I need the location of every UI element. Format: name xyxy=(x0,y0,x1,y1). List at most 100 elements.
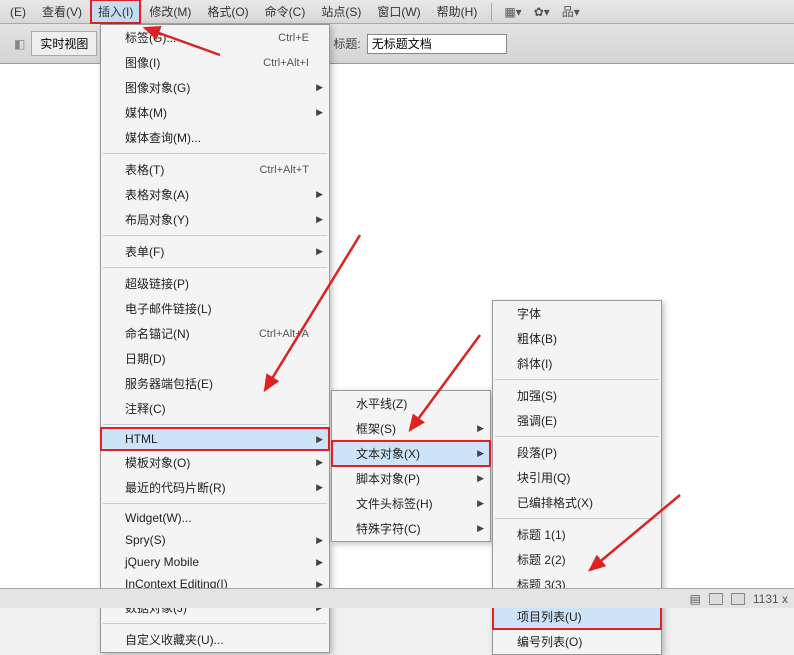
text-submenu-item-4[interactable]: 加强(S) xyxy=(493,383,661,408)
insert-menu-item-15[interactable]: 日期(D) xyxy=(101,346,329,371)
menu-insert[interactable]: 插入(I) xyxy=(90,0,141,24)
text-submenu-item-0[interactable]: 字体 xyxy=(493,301,661,326)
text-submenu-item-7[interactable]: 段落(P) xyxy=(493,440,661,465)
insert-menu-item-label: 服务器端包括(E) xyxy=(125,375,213,392)
text-submenu-separator xyxy=(495,379,659,380)
insert-menu-item-label: 电子邮件链接(L) xyxy=(125,300,212,317)
insert-menu-separator xyxy=(103,235,327,236)
insert-menu-item-16[interactable]: 服务器端包括(E) xyxy=(101,371,329,396)
insert-menu-item-7[interactable]: 表格对象(A)▶ xyxy=(101,182,329,207)
insert-menu-item-label: 媒体(M) xyxy=(125,104,167,121)
insert-menu-item-label: 模板对象(O) xyxy=(125,454,190,471)
text-submenu-item-label: 加强(S) xyxy=(517,387,557,404)
submenu-arrow-icon: ▶ xyxy=(316,214,323,225)
text-submenu-item-1[interactable]: 粗体(B) xyxy=(493,326,661,351)
shortcut-text: Ctrl+Alt+T xyxy=(259,164,309,176)
menu-e[interactable]: (E) xyxy=(2,1,34,23)
insert-menu-item-2[interactable]: 图像对象(G) ▶ xyxy=(101,75,329,100)
html-submenu-item-5[interactable]: 特殊字符(C)▶ xyxy=(332,516,490,541)
text-submenu-item-label: 已编排格式(X) xyxy=(517,494,593,511)
text-submenu-separator xyxy=(495,436,659,437)
insert-menu-item-10[interactable]: 表单(F)▶ xyxy=(101,239,329,264)
title-input[interactable] xyxy=(367,34,507,54)
text-submenu-item-5[interactable]: 强调(E) xyxy=(493,408,661,433)
submenu-arrow-icon: ▶ xyxy=(316,482,323,493)
insert-menu-separator xyxy=(103,267,327,268)
text-submenu-item-8[interactable]: 块引用(Q) xyxy=(493,465,661,490)
insert-menu-item-label: 日期(D) xyxy=(125,350,166,367)
insert-menu-item-29[interactable]: 自定义收藏夹(U)... xyxy=(101,627,329,652)
submenu-arrow-icon: ▶ xyxy=(316,246,323,257)
insert-menu-item-23[interactable]: Widget(W)... xyxy=(101,507,329,529)
text-submenu-item-12[interactable]: 标题 2(2) xyxy=(493,547,661,572)
menu-site[interactable]: 站点(S) xyxy=(313,0,369,24)
text-submenu-item-label: 段落(P) xyxy=(517,444,557,461)
status-icon-2[interactable] xyxy=(709,593,723,605)
html-submenu-item-0[interactable]: 水平线(Z) xyxy=(332,391,490,416)
insert-menu-item-24[interactable]: Spry(S)▶ xyxy=(101,529,329,551)
html-submenu-item-label: 文本对象(X) xyxy=(356,445,420,462)
gear-icon[interactable]: ✿▾ xyxy=(528,3,556,21)
status-icon-3[interactable] xyxy=(731,593,745,605)
insert-menu-separator xyxy=(103,424,327,425)
insert-menu-item-label: 图像对象(G) xyxy=(125,79,190,96)
insert-menu-item-4[interactable]: 媒体查询(M)... xyxy=(101,125,329,150)
layout-icon[interactable]: ▦▾ xyxy=(498,3,527,21)
insert-menu-item-12[interactable]: 超级链接(P) xyxy=(101,271,329,296)
menubar-separator xyxy=(491,3,492,21)
grid-icon[interactable]: 品▾ xyxy=(556,1,586,22)
text-submenu-item-label: 字体 xyxy=(517,305,541,322)
insert-menu-item-13[interactable]: 电子邮件链接(L) xyxy=(101,296,329,321)
submenu-arrow-icon: ▶ xyxy=(477,473,484,484)
html-submenu-item-3[interactable]: 脚本对象(P) ▶ xyxy=(332,466,490,491)
insert-menu-item-label: 表格(T) xyxy=(125,161,164,178)
menu-view[interactable]: 查看(V) xyxy=(34,0,90,24)
submenu-arrow-icon: ▶ xyxy=(477,523,484,534)
insert-menu-item-19[interactable]: HTML ▶ xyxy=(101,428,329,450)
insert-menu-item-21[interactable]: 最近的代码片断(R) ▶ xyxy=(101,475,329,500)
insert-menu-item-label: 媒体查询(M)... xyxy=(125,129,201,146)
insert-menu-item-3[interactable]: 媒体(M)▶ xyxy=(101,100,329,125)
text-submenu-item-16[interactable]: 编号列表(O) xyxy=(493,629,661,654)
submenu-arrow-icon: ▶ xyxy=(316,434,323,445)
menubar: (E) 查看(V) 插入(I) 修改(M) 格式(O) 命令(C) 站点(S) … xyxy=(0,0,794,24)
menu-modify[interactable]: 修改(M) xyxy=(141,0,199,24)
menu-format[interactable]: 格式(O) xyxy=(199,0,256,24)
text-submenu-item-label: 标题 2(2) xyxy=(517,551,566,568)
html-submenu-item-1[interactable]: 框架(S)▶ xyxy=(332,416,490,441)
html-submenu-item-4[interactable]: 文件头标签(H)▶ xyxy=(332,491,490,516)
status-icon-1[interactable]: ▤ xyxy=(690,592,701,606)
insert-menu-item-label: 注释(C) xyxy=(125,400,166,417)
insert-menu-item-14[interactable]: 命名锚记(N)Ctrl+Alt+A xyxy=(101,321,329,346)
realtime-view-button[interactable]: 实时视图 xyxy=(31,31,97,56)
menu-window[interactable]: 窗口(W) xyxy=(369,0,428,24)
insert-menu-item-label: 图像(I) xyxy=(125,54,160,71)
html-submenu-item-label: 文件头标签(H) xyxy=(356,495,433,512)
text-submenu-item-11[interactable]: 标题 1(1) xyxy=(493,522,661,547)
insert-menu-item-0[interactable]: 标签(G)...Ctrl+E xyxy=(101,25,329,50)
text-submenu-item-9[interactable]: 已编排格式(X) xyxy=(493,490,661,515)
insert-menu-item-label: HTML xyxy=(125,432,158,446)
insert-menu-item-label: 超级链接(P) xyxy=(125,275,189,292)
submenu-arrow-icon: ▶ xyxy=(477,448,484,459)
insert-menu-item-label: 最近的代码片断(R) xyxy=(125,479,226,496)
insert-menu-item-25[interactable]: jQuery Mobile▶ xyxy=(101,551,329,573)
insert-menu-item-8[interactable]: 布局对象(Y)▶ xyxy=(101,207,329,232)
insert-menu-item-6[interactable]: 表格(T) Ctrl+Alt+T xyxy=(101,157,329,182)
html-submenu-dropdown: 水平线(Z)框架(S)▶文本对象(X)▶脚本对象(P)▶文件头标签(H)▶特殊字… xyxy=(331,390,491,542)
html-submenu-item-2[interactable]: 文本对象(X) ▶ xyxy=(332,441,490,466)
text-submenu-item-label: 斜体(I) xyxy=(517,355,552,372)
menu-command[interactable]: 命令(C) xyxy=(257,0,314,24)
shortcut-text: Ctrl+Alt+A xyxy=(259,328,309,340)
menu-help[interactable]: 帮助(H) xyxy=(429,0,486,24)
insert-menu-item-label: 自定义收藏夹(U)... xyxy=(125,631,224,648)
insert-menu-item-17[interactable]: 注释(C) xyxy=(101,396,329,421)
insert-menu-item-1[interactable]: 图像(I)Ctrl+Alt+I xyxy=(101,50,329,75)
html-submenu-item-label: 脚本对象(P) xyxy=(356,470,420,487)
submenu-arrow-icon: ▶ xyxy=(316,457,323,468)
text-submenu-item-label: 粗体(B) xyxy=(517,330,557,347)
insert-menu-separator xyxy=(103,503,327,504)
text-submenu-item-2[interactable]: 斜体(I) xyxy=(493,351,661,376)
insert-menu-item-20[interactable]: 模板对象(O) ▶ xyxy=(101,450,329,475)
submenu-arrow-icon: ▶ xyxy=(316,82,323,93)
